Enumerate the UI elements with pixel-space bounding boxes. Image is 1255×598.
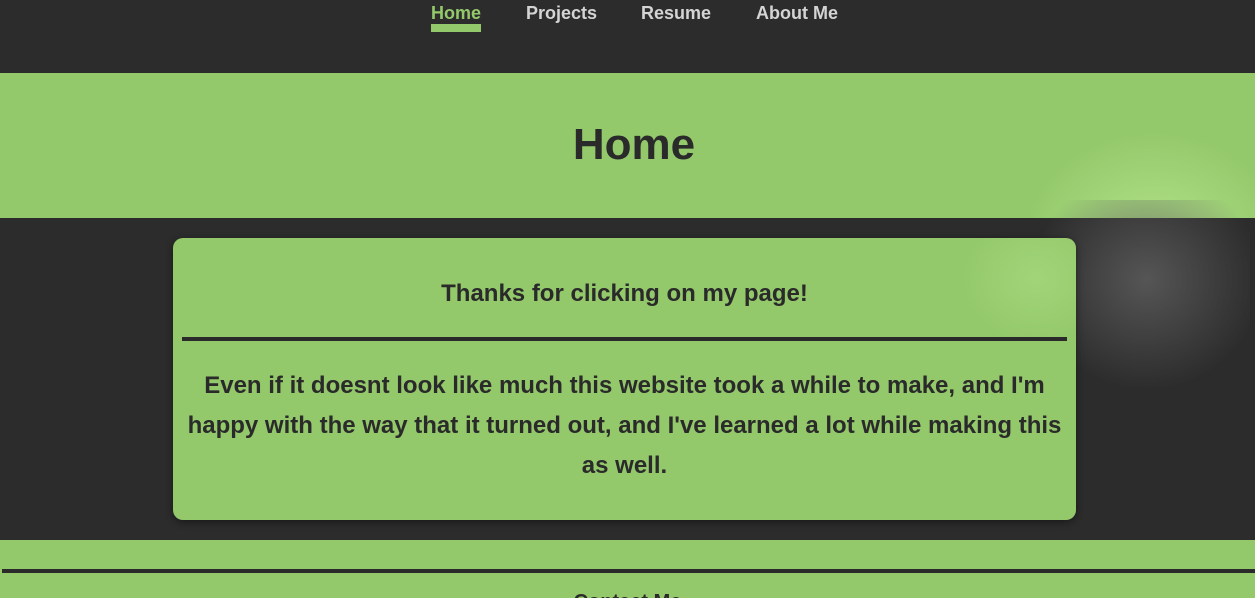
card-divider <box>182 337 1067 341</box>
footer: Contact Me <box>0 540 1255 598</box>
footer-divider <box>2 569 1255 573</box>
nav-link-resume[interactable]: Resume <box>641 3 711 23</box>
nav-active-indicator <box>431 24 481 32</box>
nav-link-projects[interactable]: Projects <box>526 3 597 23</box>
hero-banner: Home <box>0 73 1255 218</box>
page-title: Home <box>572 120 696 169</box>
nav-link-about-me[interactable]: About Me <box>756 3 838 23</box>
top-nav: Home Projects Resume About Me <box>0 0 1255 73</box>
footer-heading: Contact Me <box>0 590 1255 598</box>
welcome-card: Thanks for clicking on my page! Even if … <box>173 238 1076 520</box>
card-heading: Thanks for clicking on my page! <box>441 280 808 307</box>
nav-link-home[interactable]: Home <box>431 3 481 23</box>
card-body-text: Even if it doesnt look like much this we… <box>187 372 1062 479</box>
page: Home Projects Resume About Me Home Thank… <box>0 0 1255 598</box>
